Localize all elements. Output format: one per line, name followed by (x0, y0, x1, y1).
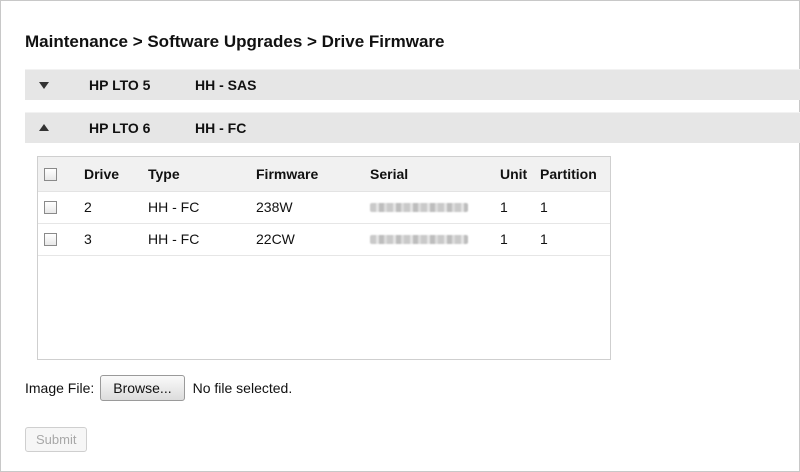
drive-table: Drive Type Firmware Serial Unit Partitio… (37, 156, 611, 360)
serial-redacted (370, 234, 468, 244)
column-header-drive[interactable]: Drive (84, 157, 119, 191)
select-all-checkbox[interactable] (44, 167, 57, 181)
column-header-firmware[interactable]: Firmware (256, 157, 318, 191)
collapse-arrow-icon[interactable] (39, 124, 49, 131)
cell-unit: 1 (500, 231, 508, 247)
cell-partition: 1 (540, 231, 548, 247)
column-header-partition[interactable]: Partition (540, 157, 597, 191)
cell-drive: 2 (84, 199, 92, 215)
file-status: No file selected. (192, 380, 293, 396)
group-type: HH - FC (195, 120, 247, 136)
expand-arrow-icon[interactable] (39, 82, 49, 89)
group-header-lto6[interactable]: HP LTO 6 HH - FC (25, 112, 800, 143)
column-header-type[interactable]: Type (148, 157, 180, 191)
serial-redacted (370, 202, 468, 212)
table-header: Drive Type Firmware Serial Unit Partitio… (38, 157, 610, 192)
table-row[interactable]: 3 HH - FC 22CW 1 1 (38, 224, 610, 256)
column-header-serial[interactable]: Serial (370, 157, 408, 191)
submit-button[interactable]: Submit (25, 427, 88, 452)
cell-drive: 3 (84, 231, 92, 247)
browse-button[interactable]: Browse... (100, 375, 185, 401)
image-file-label: Image File: (25, 380, 95, 396)
row-checkbox[interactable] (44, 200, 57, 214)
group-header-lto5[interactable]: HP LTO 5 HH - SAS (25, 69, 800, 100)
row-checkbox[interactable] (44, 232, 57, 246)
file-upload-row: Image File: Browse... No file selected. (25, 375, 292, 401)
cell-unit: 1 (500, 199, 508, 215)
table-row[interactable]: 2 HH - FC 238W 1 1 (38, 192, 610, 224)
group-name: HP LTO 5 (89, 77, 151, 93)
group-name: HP LTO 6 (89, 120, 151, 136)
cell-firmware: 22CW (256, 231, 295, 247)
column-header-unit[interactable]: Unit (500, 157, 527, 191)
cell-partition: 1 (540, 199, 548, 215)
cell-firmware: 238W (256, 199, 293, 215)
page-title: Maintenance > Software Upgrades > Drive … (25, 32, 445, 51)
cell-type: HH - FC (148, 199, 200, 215)
cell-type: HH - FC (148, 231, 200, 247)
group-type: HH - SAS (195, 77, 257, 93)
